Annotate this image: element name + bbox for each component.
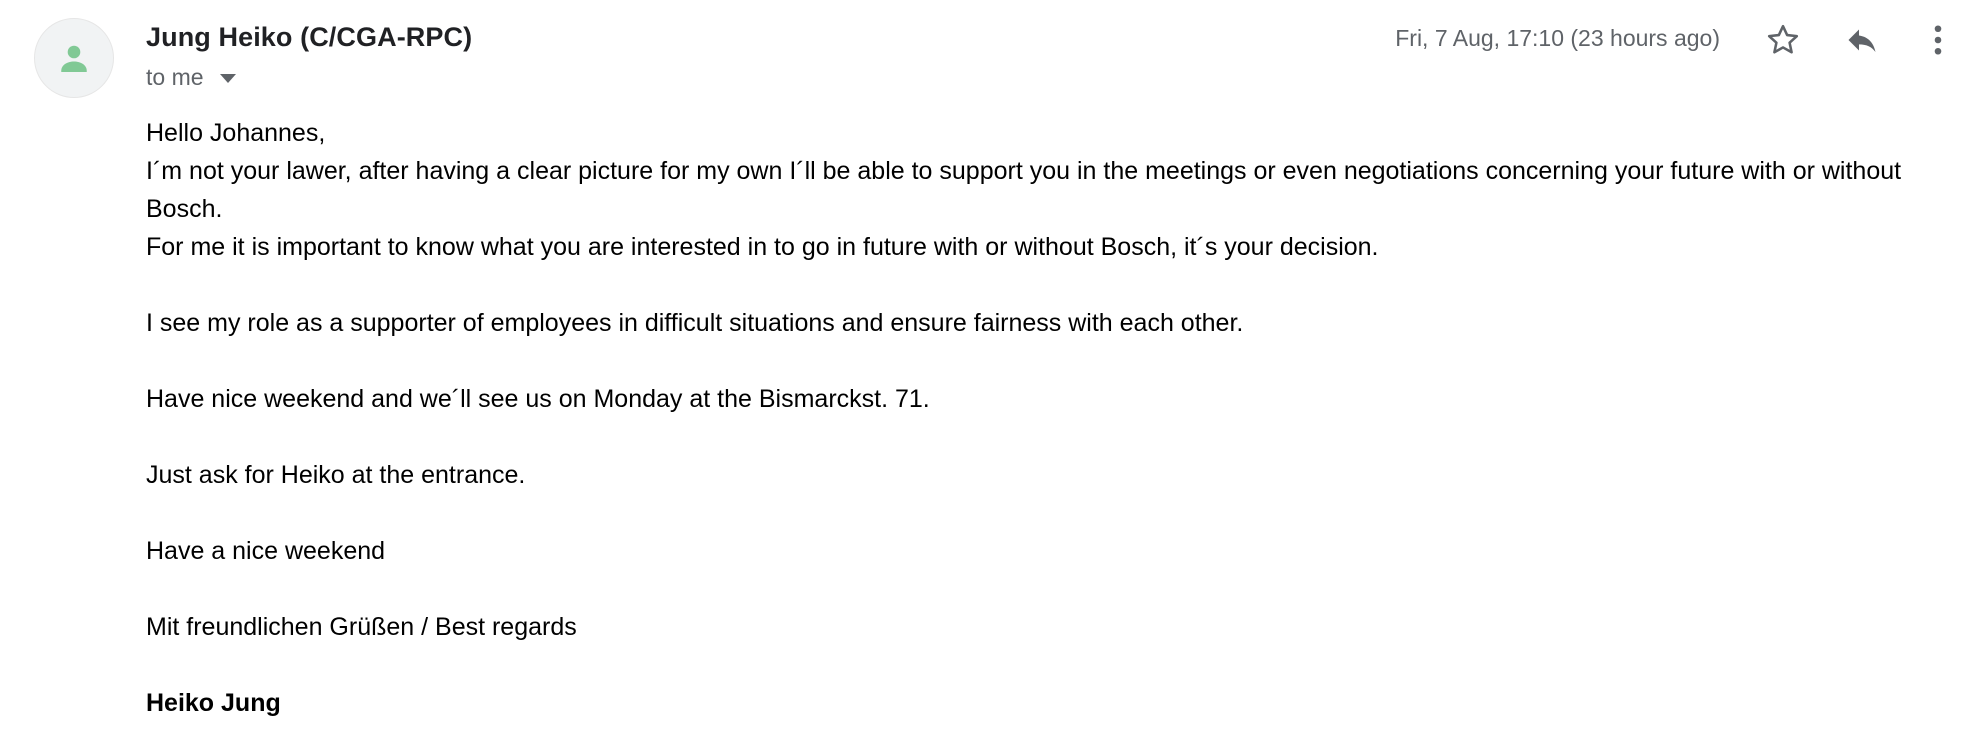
body-paragraph: For me it is important to know what you … (146, 233, 1379, 261)
reply-button[interactable] (1838, 16, 1886, 64)
recipient-details-toggle[interactable]: to me (146, 64, 236, 91)
message-body: Hello Johannes, I´m not your lawer, afte… (146, 114, 1906, 722)
reply-icon (1848, 29, 1876, 52)
star-button[interactable] (1759, 16, 1807, 64)
body-paragraph: Have nice weekend and we´ll see us on Mo… (146, 385, 930, 413)
body-paragraph: Have a nice weekend (146, 537, 386, 565)
caret-down-icon (219, 74, 236, 83)
body-paragraph: I see my role as a supporter of employee… (146, 309, 1244, 337)
body-paragraph: I´m not your lawer, after having a clear… (146, 157, 1902, 223)
more-options-button[interactable] (1918, 16, 1958, 64)
message-date[interactable]: Fri, 7 Aug, 17:10 (23 hours ago) (1395, 25, 1720, 52)
closing: Mit freundlichen Grüßen / Best regards (146, 613, 577, 641)
star-icon (1767, 24, 1799, 54)
greeting: Hello Johannes, (146, 119, 326, 147)
sender-name[interactable]: Jung Heiko (C/CGA-RPC) (146, 22, 472, 53)
person-icon (61, 45, 87, 72)
body-paragraph: Just ask for Heiko at the entrance. (146, 461, 526, 489)
sender-avatar[interactable] (34, 18, 114, 98)
signature-name: Heiko Jung (146, 689, 281, 717)
more-vertical-icon (1934, 25, 1942, 55)
recipient-label: to me (146, 64, 204, 90)
